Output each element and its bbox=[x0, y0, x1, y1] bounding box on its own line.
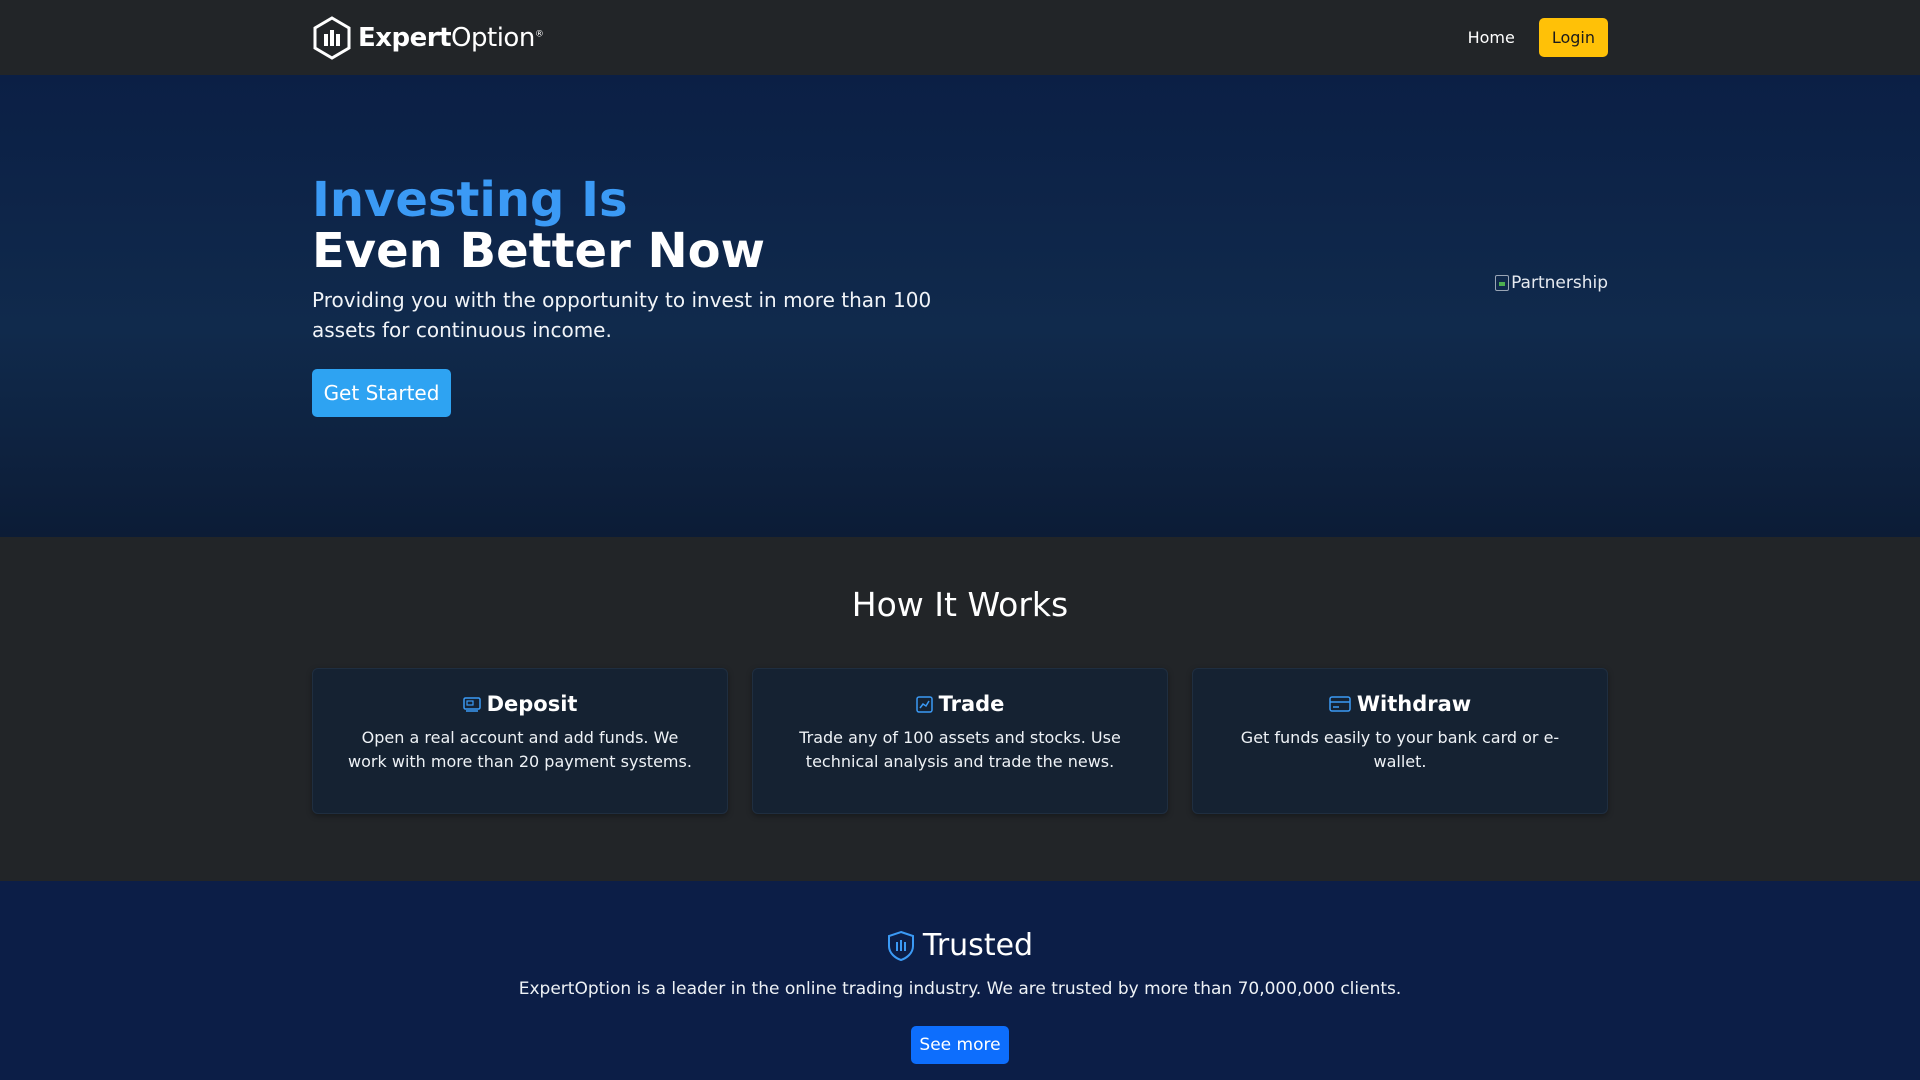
deposit-title: Deposit bbox=[486, 692, 578, 716]
step-card-withdraw: Withdraw Get funds easily to your bank c… bbox=[1192, 668, 1608, 814]
see-more-button[interactable]: See more bbox=[911, 1026, 1009, 1064]
brand-logo-link[interactable]: ExpertOption® bbox=[312, 15, 544, 60]
brand-name: ExpertOption® bbox=[358, 22, 544, 53]
login-button[interactable]: Login bbox=[1538, 18, 1608, 57]
nav-home-link[interactable]: Home bbox=[1468, 28, 1515, 47]
credit-card-icon bbox=[1329, 696, 1351, 712]
nav-actions: Home Login bbox=[1468, 18, 1608, 57]
hero-title-line1: Investing Is bbox=[312, 172, 628, 228]
trusted-section: Trusted ExpertOption is a leader in the … bbox=[0, 881, 1920, 1080]
partnership-alt-text: Partnership bbox=[1511, 273, 1608, 293]
deposit-icon bbox=[462, 697, 481, 712]
step-card-deposit: Deposit Open a real account and add fund… bbox=[312, 668, 728, 814]
hero-subtitle: Providing you with the opportunity to in… bbox=[312, 288, 932, 342]
withdraw-text: Get funds easily to your bank card or e-… bbox=[1240, 728, 1560, 771]
trade-chart-icon bbox=[915, 695, 933, 713]
deposit-text: Open a real account and add funds. We wo… bbox=[348, 728, 692, 771]
get-started-button[interactable]: Get Started bbox=[312, 369, 451, 417]
hero-title-line2: Even Better Now bbox=[312, 223, 765, 279]
shield-icon bbox=[887, 930, 914, 961]
broken-image-icon bbox=[1495, 275, 1510, 291]
hero-section: Investing Is Even Better Now Providing y… bbox=[0, 75, 1920, 537]
withdraw-title: Withdraw bbox=[1356, 692, 1472, 716]
trusted-title: Trusted bbox=[922, 928, 1034, 963]
how-it-works-section: How It Works Deposit Open a real account… bbox=[0, 537, 1920, 881]
trade-text: Trade any of 100 assets and stocks. Use … bbox=[799, 728, 1121, 771]
how-it-works-title: How It Works bbox=[851, 585, 1069, 624]
top-navbar: ExpertOption® Home Login bbox=[0, 0, 1920, 75]
step-card-trade: Trade Trade any of 100 assets and stocks… bbox=[752, 668, 1168, 814]
steps-cards: Deposit Open a real account and add fund… bbox=[312, 668, 1608, 814]
partnership-image: Partnership bbox=[1495, 273, 1608, 293]
trade-title: Trade bbox=[938, 692, 1005, 716]
hero-title: Investing Is Even Better Now bbox=[312, 175, 765, 277]
trusted-text: ExpertOption is a leader in the online t… bbox=[518, 979, 1402, 999]
expertoption-logo-icon bbox=[313, 15, 351, 60]
